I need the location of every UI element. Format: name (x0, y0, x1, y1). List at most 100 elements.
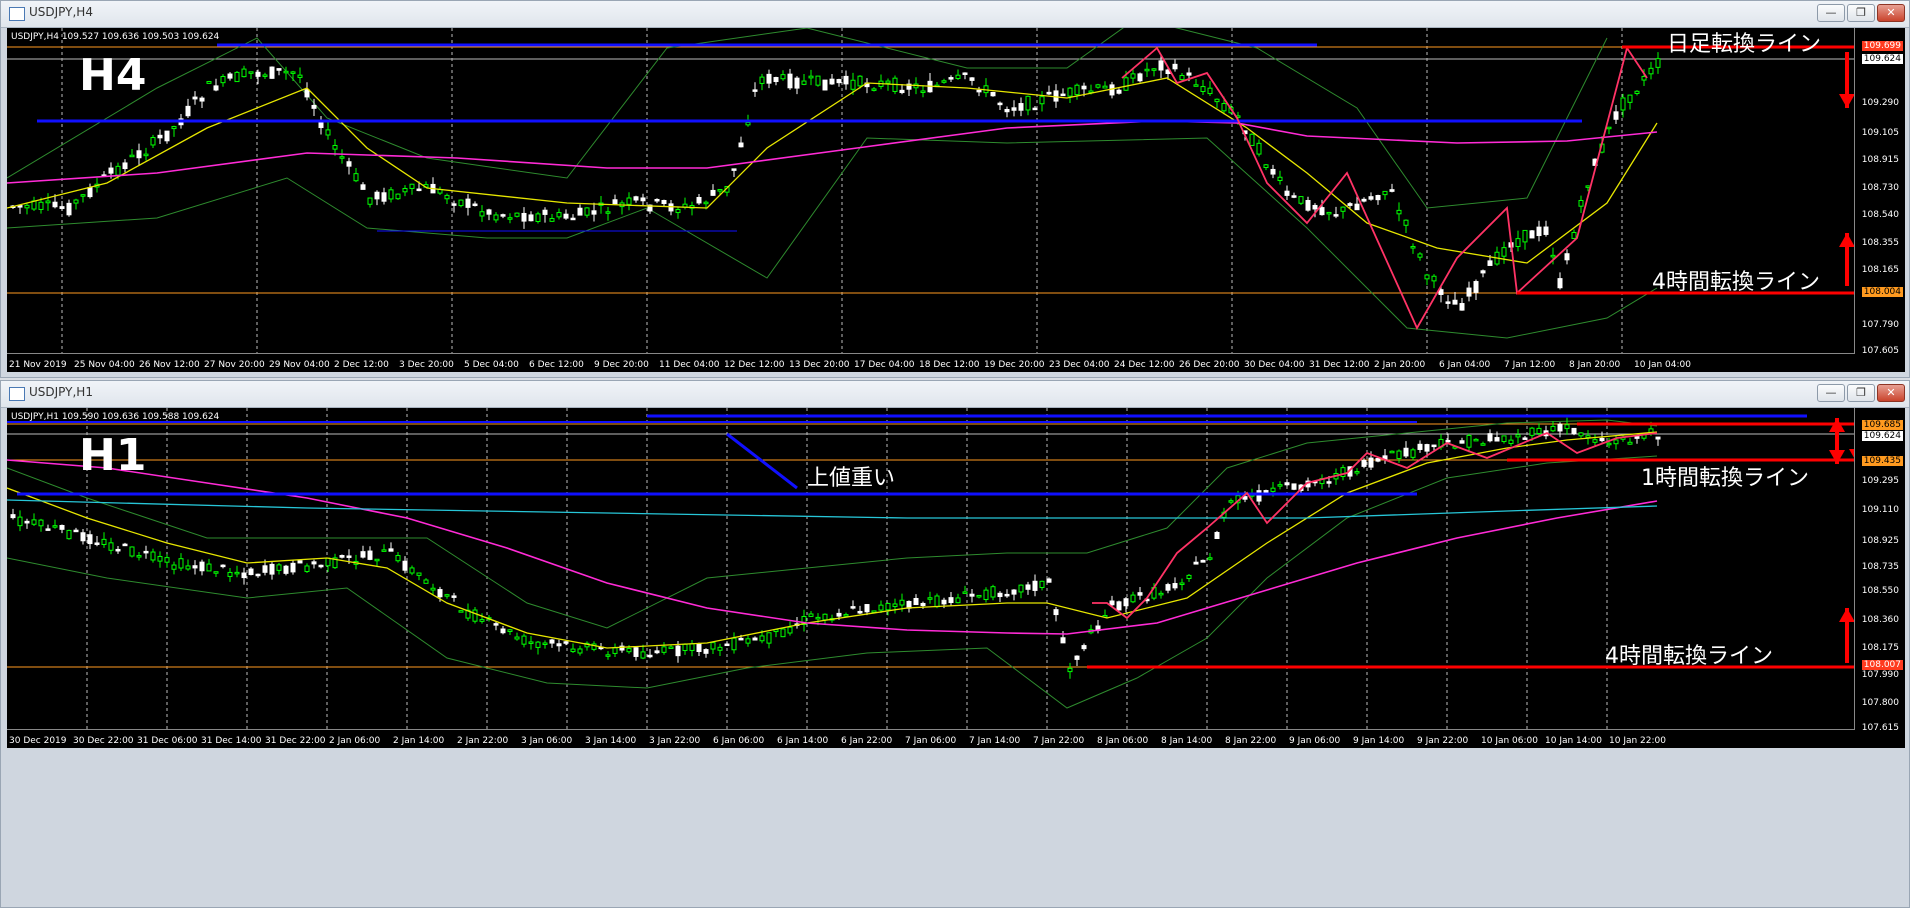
bullish-candle (248, 71, 254, 74)
window-titlebar[interactable]: USDJPY,H4 — ❐ ✕ (1, 1, 1909, 28)
bullish-candle (101, 538, 107, 545)
bullish-candle (570, 648, 576, 653)
bullish-candle (1039, 96, 1045, 105)
price-axis[interactable]: 109.290 109.105 108.915 108.730 108.540 108.3… (1854, 28, 1905, 372)
minimize-button[interactable]: — (1817, 384, 1845, 402)
bearish-candle (1438, 289, 1444, 295)
bearish-candle (941, 599, 947, 605)
bearish-candle (1424, 444, 1430, 452)
bearish-candle (1557, 278, 1563, 289)
bearish-candle (360, 551, 366, 558)
bearish-candle (1074, 655, 1080, 660)
bullish-candle (1529, 427, 1535, 436)
time-axis[interactable]: 21 Nov 2019 25 Nov 04:00 26 Nov 12:00 27 No… (7, 353, 1855, 372)
bullish-candle (1326, 211, 1332, 215)
price-tick-label: 107.800 (1861, 698, 1899, 708)
bullish-candle (458, 199, 464, 207)
bearish-candle (633, 647, 639, 657)
restore-button[interactable]: ❐ (1847, 384, 1875, 402)
bearish-candle (948, 77, 954, 80)
bearish-candle (829, 78, 835, 85)
time-tick-label: 17 Dec 04:00 (854, 360, 915, 370)
bullish-candle (1123, 77, 1129, 91)
time-tick-label: 31 Dec 12:00 (1309, 360, 1370, 370)
bullish-candle (402, 188, 408, 193)
minimize-button[interactable]: — (1817, 4, 1845, 22)
bullish-candle (1578, 432, 1584, 437)
bearish-candle (969, 77, 975, 81)
bullish-candle (1277, 176, 1283, 182)
window-titlebar[interactable]: USDJPY,H1 — ❐ ✕ (1, 381, 1909, 408)
bullish-candle (171, 564, 177, 570)
time-tick-label: 12 Dec 12:00 (724, 360, 785, 370)
time-tick-label: 8 Jan 06:00 (1097, 736, 1149, 746)
time-tick-label: 3 Jan 06:00 (521, 736, 573, 746)
bullish-candle (1277, 484, 1283, 487)
chart-area-h1[interactable]: USDJPY,H1 109.590 109.636 109.588 109.62… (7, 408, 1905, 748)
bullish-candle (325, 129, 331, 136)
bullish-candle (857, 75, 863, 87)
bearish-candle (1109, 600, 1115, 606)
bearish-candle (1291, 483, 1297, 490)
bullish-candle (1396, 209, 1402, 215)
bullish-candle (38, 519, 44, 527)
bullish-candle (409, 567, 415, 574)
bullish-candle (1151, 68, 1157, 71)
bearish-candle (1634, 436, 1640, 439)
bullish-candle (507, 217, 513, 220)
bearish-candle (738, 142, 744, 148)
price-tick-label: 108.355 (1861, 238, 1899, 248)
fast-moving-average-line (7, 77, 1658, 264)
chart-window-h4[interactable]: USDJPY,H4 — ❐ ✕ USDJPY,H4 109.527 109.63… (0, 0, 1910, 378)
bearish-candle (1333, 214, 1339, 217)
time-tick-label: 9 Jan 14:00 (1353, 736, 1405, 746)
bullish-candle (1228, 500, 1234, 503)
time-tick-label: 29 Nov 04:00 (269, 360, 330, 370)
chart-canvas-h1[interactable] (7, 408, 1857, 748)
bearish-candle (612, 199, 618, 205)
time-tick-label: 10 Jan 04:00 (1634, 360, 1691, 370)
bullish-candle (577, 648, 583, 654)
bearish-candle (241, 572, 247, 579)
bullish-candle (1256, 142, 1262, 155)
bearish-candle (1487, 260, 1493, 266)
bearish-candle (647, 654, 653, 658)
chart-window-h1[interactable]: USDJPY,H1 — ❐ ✕ USDJPY,H1 109.590 109.63… (0, 380, 1910, 908)
bullish-candle (920, 90, 926, 93)
bearish-candle (17, 205, 23, 208)
bullish-candle (234, 71, 240, 83)
bullish-candle (164, 557, 170, 563)
chart-area-h4[interactable]: USDJPY,H4 109.527 109.636 109.503 109.62… (7, 28, 1905, 372)
bearish-candle (1284, 482, 1290, 486)
bearish-candle (1326, 481, 1332, 484)
bearish-candle (1375, 458, 1381, 462)
close-button[interactable]: ✕ (1877, 384, 1905, 402)
bearish-candle (703, 649, 709, 654)
bearish-candle (696, 196, 702, 204)
bearish-candle (836, 612, 842, 617)
bullish-candle (1403, 219, 1409, 226)
time-tick-label: 11 Dec 04:00 (659, 360, 720, 370)
bearish-candle (731, 168, 737, 171)
chart-canvas-h4[interactable] (7, 28, 1857, 372)
bullish-candle (1571, 232, 1577, 239)
bearish-candle (1046, 91, 1052, 95)
price-axis[interactable]: 109.295 109.110 108.925 108.735 108.550 108.3… (1854, 408, 1905, 748)
bearish-candle (255, 573, 261, 577)
restore-button[interactable]: ❐ (1847, 4, 1875, 22)
bullish-candle (129, 154, 135, 158)
bullish-candle (1627, 94, 1633, 103)
bullish-candle (521, 635, 527, 645)
bullish-candle (66, 529, 72, 540)
bullish-candle (1620, 97, 1626, 111)
time-axis[interactable]: 30 Dec 2019 30 Dec 22:00 31 Dec 06:00 31 De… (7, 729, 1855, 748)
bearish-candle (857, 610, 863, 614)
bullish-candle (1501, 247, 1507, 257)
bearish-candle (87, 187, 93, 198)
price-tick-label: 108.735 (1861, 562, 1899, 572)
close-button[interactable]: ✕ (1877, 4, 1905, 22)
bullish-candle (528, 641, 534, 644)
bullish-candle (24, 204, 30, 209)
window-title: USDJPY,H4 (29, 5, 93, 19)
bearish-candle (1004, 108, 1010, 113)
